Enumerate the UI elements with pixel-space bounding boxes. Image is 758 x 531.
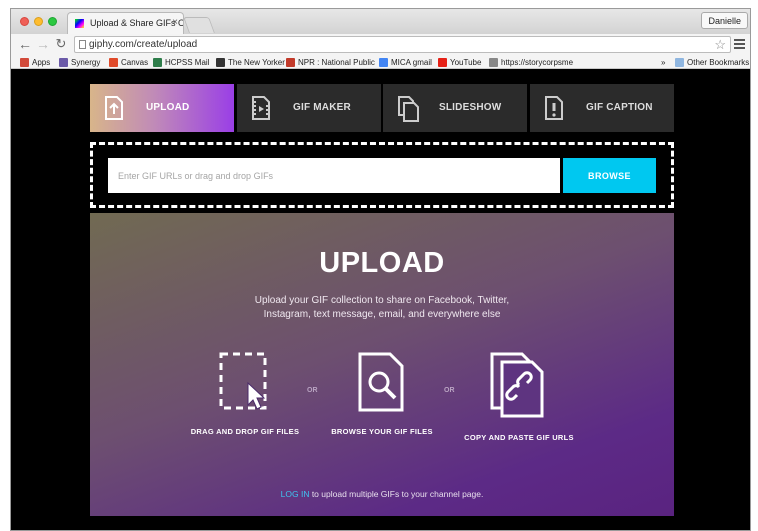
option-label: COPY AND PASTE GIF URLS xyxy=(464,433,574,442)
tab-close-icon[interactable]: × xyxy=(172,17,178,28)
bookmark-star-icon[interactable]: ☆ xyxy=(714,37,726,52)
npr-icon xyxy=(286,58,295,67)
bookmark-item[interactable]: The New Yorker xyxy=(216,57,285,68)
reload-icon[interactable]: ↻ xyxy=(53,36,69,52)
tab-label: UPLOAD xyxy=(146,102,190,113)
browse-button[interactable]: BROWSE xyxy=(563,158,656,193)
forward-arrow-icon[interactable]: → xyxy=(35,36,51,52)
browse-files-icon xyxy=(358,352,404,412)
gif-url-input[interactable] xyxy=(108,158,560,193)
page-icon xyxy=(489,58,498,67)
giphy-favicon-icon xyxy=(75,19,84,28)
bookmark-overflow-icon[interactable]: » xyxy=(661,57,665,68)
mode-tabs: UPLOAD GIF MAKER SLIDESHOW GIF CAPTION xyxy=(90,84,674,132)
login-footer: LOG IN to upload multiple GIFs to your c… xyxy=(90,489,674,499)
tab-gif-caption[interactable]: GIF CAPTION xyxy=(530,84,674,132)
upload-file-icon xyxy=(105,96,123,120)
menu-icon[interactable] xyxy=(734,39,745,51)
bookmark-item[interactable]: MICA gmail xyxy=(379,57,432,68)
bookmark-label: Canvas xyxy=(121,58,149,67)
bookmark-item[interactable]: Apps xyxy=(20,57,50,68)
canvas-icon xyxy=(109,58,118,67)
caption-file-icon xyxy=(545,96,563,120)
folder-icon xyxy=(675,58,684,67)
bookmark-label: MICA gmail xyxy=(391,58,432,67)
new-yorker-icon xyxy=(216,58,225,67)
bookmarks-bar: https://storycorpsme YouTube MICA gmail NPR… xyxy=(11,56,750,69)
new-tab-button[interactable] xyxy=(183,17,215,33)
bookmark-label: HCPSS Mail xyxy=(165,58,210,67)
apps-grid-icon xyxy=(20,58,29,67)
browser-tab[interactable]: Upload & Share GIFs Onlin × xyxy=(67,12,184,34)
option-paste-url[interactable]: COPY AND PASTE GIF URLS xyxy=(444,351,594,442)
bookmark-label: Synergy xyxy=(71,58,101,67)
google-icon xyxy=(379,58,388,67)
minimize-window-button[interactable] xyxy=(34,17,43,26)
maximize-window-button[interactable] xyxy=(48,17,57,26)
tab-label: GIF CAPTION xyxy=(586,102,653,113)
giphy-page: UPLOAD GIF MAKER SLIDESHOW GIF CAPTION B… xyxy=(11,70,750,530)
other-bookmarks[interactable]: Other Bookmarks xyxy=(675,57,749,68)
browser-window: Upload & Share GIFs Onlin × Danielle ← →… xyxy=(10,8,751,531)
tab-bar: Upload & Share GIFs Onlin × Danielle xyxy=(11,9,750,34)
option-drag-drop[interactable]: DRAG AND DROP GIF FILES xyxy=(170,351,320,436)
browser-toolbar: ← → ↻ giphy.com/create/upload ☆ xyxy=(11,34,750,56)
hcpss-mail-icon xyxy=(153,58,162,67)
bookmark-label: YouTube xyxy=(450,58,482,67)
footer-text: to upload multiple GIFs to your channel … xyxy=(309,489,484,499)
drag-drop-icon xyxy=(219,352,267,410)
bookmark-item[interactable]: NPR : National Public xyxy=(286,57,375,68)
panel-description: Upload your GIF collection to share on F… xyxy=(254,295,510,320)
drop-zone[interactable]: BROWSE xyxy=(90,142,674,208)
page-icon xyxy=(79,40,86,49)
login-link[interactable]: LOG IN xyxy=(281,489,310,499)
bookmark-label: NPR : National Public xyxy=(298,58,375,67)
option-label: BROWSE YOUR GIF FILES xyxy=(331,427,433,436)
bookmark-label: https://storycorpsme xyxy=(501,58,574,67)
option-browse[interactable]: BROWSE YOUR GIF FILES xyxy=(307,351,457,436)
bookmark-item[interactable]: https://storycorpsme xyxy=(489,57,573,68)
tab-gif-maker[interactable]: GIF MAKER xyxy=(237,84,381,132)
url-text: giphy.com/create/upload xyxy=(89,39,198,50)
bookmark-item[interactable]: Canvas xyxy=(109,57,148,68)
youtube-icon xyxy=(438,58,447,67)
synergy-icon xyxy=(59,58,68,67)
panel-title: UPLOAD xyxy=(319,247,445,279)
close-window-button[interactable] xyxy=(20,17,29,26)
option-label: DRAG AND DROP GIF FILES xyxy=(190,427,300,436)
bookmark-item[interactable]: HCPSS Mail xyxy=(153,57,209,68)
tab-label: SLIDESHOW xyxy=(439,102,502,113)
tab-label: GIF MAKER xyxy=(293,102,351,113)
bookmark-label: Apps xyxy=(32,58,51,67)
profile-button[interactable]: Danielle xyxy=(701,12,748,29)
tab-slideshow[interactable]: SLIDESHOW xyxy=(383,84,527,132)
upload-panel: UPLOAD Upload your GIF collection to sha… xyxy=(90,213,674,516)
tab-title: Upload & Share GIFs Onlin xyxy=(90,18,183,28)
address-bar[interactable]: giphy.com/create/upload ☆ xyxy=(74,36,731,53)
bookmark-item[interactable]: YouTube xyxy=(438,57,481,68)
stacked-files-icon xyxy=(398,96,419,122)
bookmark-item[interactable]: Synergy xyxy=(59,57,100,68)
link-files-icon xyxy=(490,352,544,418)
film-file-icon xyxy=(252,96,270,120)
back-arrow-icon[interactable]: ← xyxy=(17,36,33,52)
tab-upload[interactable]: UPLOAD xyxy=(90,84,234,132)
bookmark-label: The New Yorker xyxy=(228,58,285,67)
